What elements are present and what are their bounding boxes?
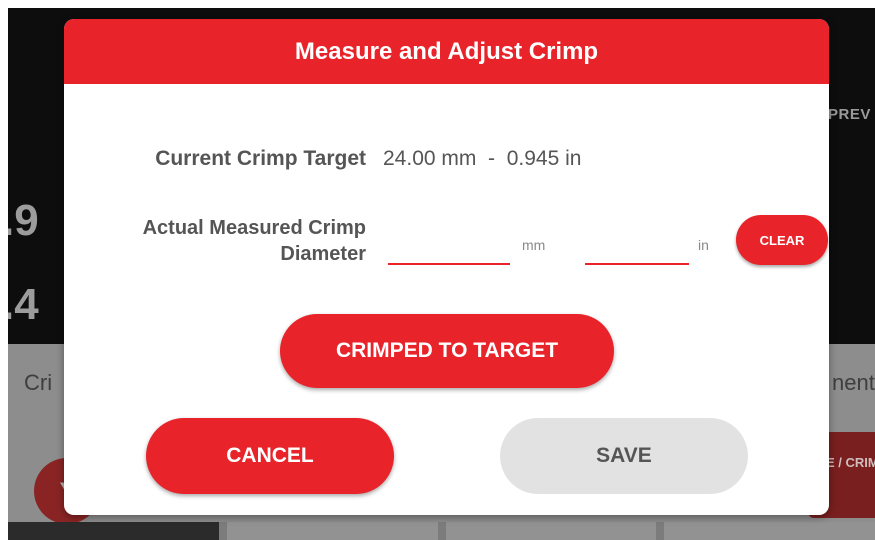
prev-button[interactable]: PREV <box>828 106 871 123</box>
background-text-right: nent <box>832 370 875 395</box>
clear-button[interactable]: CLEAR <box>736 215 828 265</box>
crimped-to-target-button[interactable]: CRIMPED TO TARGET <box>280 314 614 388</box>
measured-mm-input[interactable] <box>388 233 510 265</box>
measured-diameter-label: Actual Measured Crimp Diameter <box>142 217 366 265</box>
bottom-nav-tab[interactable] <box>226 522 438 540</box>
in-unit-label: in <box>698 237 709 253</box>
bottom-nav-tab[interactable] <box>664 522 875 540</box>
mm-unit-label: mm <box>522 237 546 253</box>
measure-adjust-dialog: Measure and Adjust Crimp Current Crimp T… <box>64 19 829 515</box>
dialog-title: Measure and Adjust Crimp <box>294 37 599 65</box>
background-value-1: .9 <box>8 196 39 245</box>
current-target-row: Current Crimp Target 24.00 mm - 0.945 in <box>64 147 829 177</box>
current-target-value: 24.00 mm - 0.945 in <box>383 147 582 170</box>
background-bottom-nav <box>8 522 875 540</box>
background-text-left: Cri <box>24 370 53 395</box>
bottom-nav-tab[interactable] <box>445 522 657 540</box>
dialog-header: Measure and Adjust Crimp <box>64 19 829 84</box>
save-button[interactable]: SAVE <box>500 418 748 494</box>
measured-in-input[interactable] <box>585 233 689 265</box>
bottom-nav-tab[interactable] <box>8 522 219 540</box>
background-value-2: .4 <box>8 280 39 329</box>
current-target-label: Current Crimp Target <box>155 147 366 170</box>
cancel-button[interactable]: CANCEL <box>146 418 394 494</box>
app-screen: PREV .9 .4 Cri nent Y E / CRIM Measure a… <box>8 8 875 540</box>
